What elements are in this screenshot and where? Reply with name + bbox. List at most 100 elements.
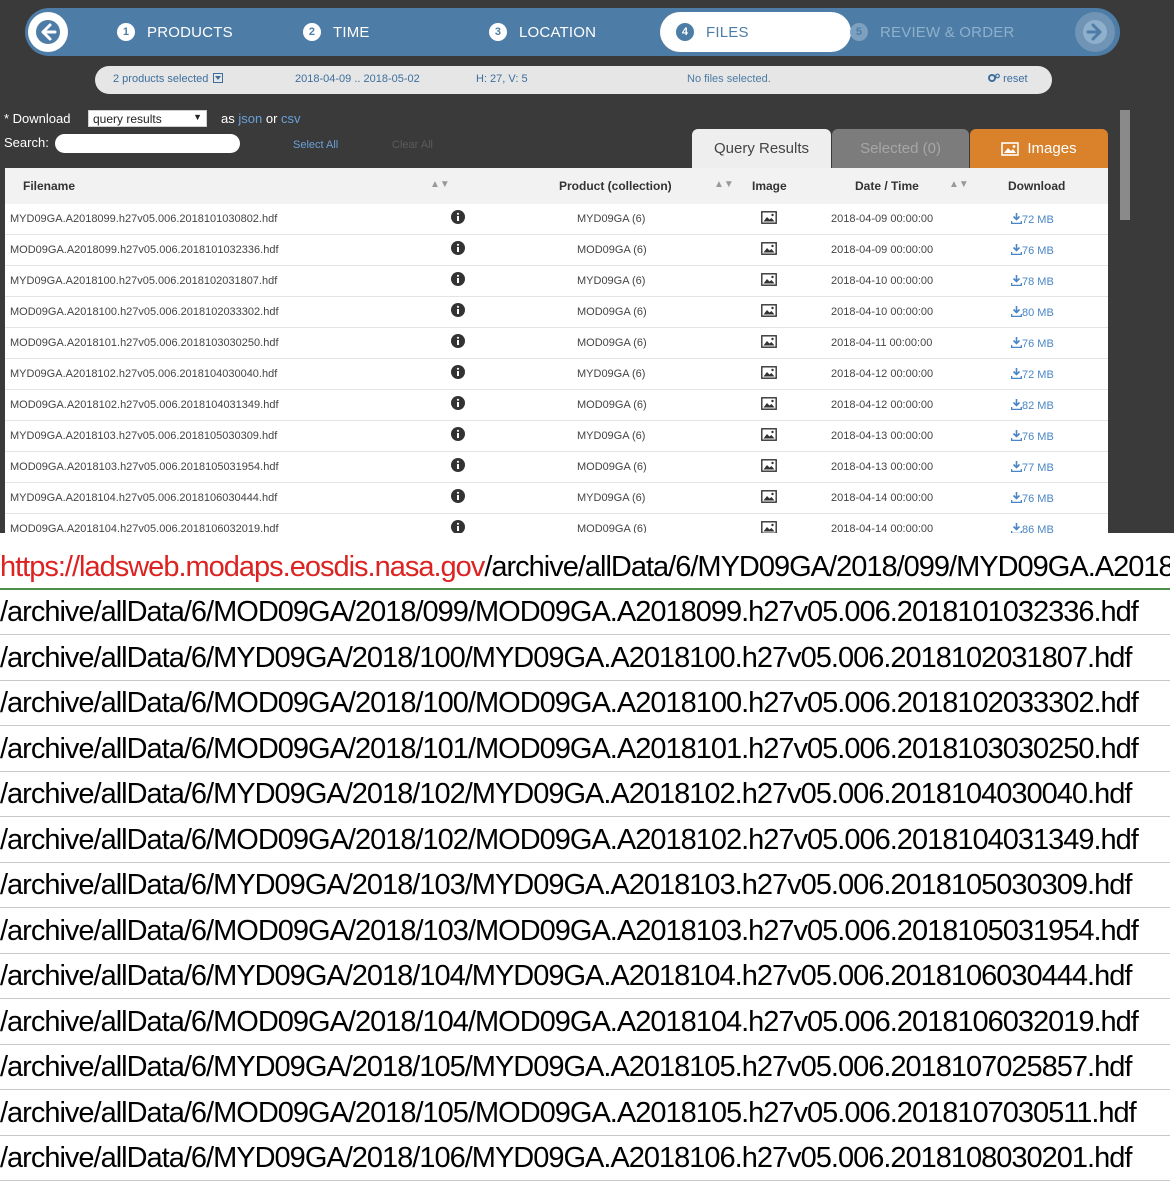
step-label: TIME	[333, 23, 370, 41]
info-icon[interactable]	[451, 303, 465, 320]
row-product: MOD09GA (6)	[577, 306, 647, 318]
info-icon[interactable]	[451, 241, 465, 258]
table-row[interactable]: MOD09GA.A2018100.h27v05.006.201810203330…	[5, 297, 1108, 328]
row-datetime: 2018-04-12 00:00:00	[831, 399, 934, 411]
row-filename[interactable]: MYD09GA.A2018102.h27v05.006.201810403004…	[10, 368, 277, 380]
row-product: MYD09GA (6)	[577, 430, 646, 442]
sort-icon[interactable]: ▲▼	[430, 179, 450, 190]
row-filename[interactable]: MYD09GA.A2018104.h27v05.006.201810603044…	[10, 492, 277, 504]
table-row[interactable]: MOD09GA.A2018103.h27v05.006.201810503195…	[5, 452, 1108, 483]
scrollbar-thumb[interactable]	[1120, 110, 1130, 220]
step-time[interactable]: 2 TIME	[303, 12, 370, 52]
download-icon	[1010, 244, 1023, 256]
step-number: 5	[850, 23, 868, 41]
info-icon[interactable]	[451, 334, 465, 351]
step-products[interactable]: 1 PRODUCTS	[117, 12, 233, 52]
download-link[interactable]: 72 MB	[1010, 368, 1054, 381]
download-link[interactable]: 78 MB	[1010, 275, 1054, 288]
row-filename[interactable]: MOD09GA.A2018104.h27v05.006.201810603201…	[10, 523, 279, 533]
table-row[interactable]: MYD09GA.A2018099.h27v05.006.201810103080…	[5, 204, 1108, 235]
step-review-order[interactable]: 5 REVIEW & ORDER	[850, 12, 1014, 52]
row-product: MYD09GA (6)	[577, 368, 646, 380]
row-filename[interactable]: MYD09GA.A2018099.h27v05.006.201810103080…	[10, 213, 277, 225]
sort-icon[interactable]: ▲▼	[949, 179, 969, 190]
download-link[interactable]: 82 MB	[1010, 399, 1054, 412]
step-files[interactable]: 4 FILES	[660, 12, 851, 52]
info-icon[interactable]	[451, 427, 465, 444]
search-input[interactable]	[55, 134, 240, 153]
table-row[interactable]: MYD09GA.A2018102.h27v05.006.201810403004…	[5, 359, 1108, 390]
sort-icon[interactable]: ▲▼	[714, 179, 734, 190]
download-link[interactable]: 76 MB	[1010, 337, 1054, 350]
info-icon[interactable]	[451, 272, 465, 289]
table-row[interactable]: MYD09GA.A2018103.h27v05.006.201810503030…	[5, 421, 1108, 452]
info-icon[interactable]	[451, 520, 465, 533]
tab-selected[interactable]: Selected (0)	[832, 129, 969, 168]
wizard-nav: 1 PRODUCTS 2 TIME 3 LOCATION 4 FILES 5 R…	[25, 8, 1120, 56]
url-line: /archive/allData/6/MOD09GA/2018/102/MOD0…	[0, 818, 1170, 863]
back-button[interactable]	[28, 12, 68, 52]
step-location[interactable]: 3 LOCATION	[489, 12, 596, 52]
url-line: /archive/allData/6/MOD09GA/2018/100/MOD0…	[0, 681, 1170, 726]
tab-images[interactable]: Images	[970, 129, 1108, 168]
row-filename[interactable]: MOD09GA.A2018100.h27v05.006.201810203330…	[10, 306, 279, 318]
table-row[interactable]: MOD09GA.A2018099.h27v05.006.201810103233…	[5, 235, 1108, 266]
row-filename[interactable]: MYD09GA.A2018100.h27v05.006.201810203180…	[10, 275, 277, 287]
image-icon[interactable]	[761, 521, 777, 533]
products-summary[interactable]: 2 products selected	[113, 73, 224, 85]
select-all-button[interactable]: Select All	[293, 139, 338, 151]
tab-label: Selected (0)	[860, 140, 941, 157]
download-link[interactable]: 76 MB	[1010, 244, 1054, 257]
json-link[interactable]: json	[238, 111, 262, 126]
row-filename[interactable]: MOD09GA.A2018102.h27v05.006.201810403134…	[10, 399, 279, 411]
ladsweb-app: 1 PRODUCTS 2 TIME 3 LOCATION 4 FILES 5 R…	[0, 0, 1174, 533]
row-filename[interactable]: MYD09GA.A2018103.h27v05.006.201810503030…	[10, 430, 277, 442]
info-icon[interactable]	[451, 396, 465, 413]
image-icon[interactable]	[761, 366, 777, 382]
step-label: PRODUCTS	[147, 23, 233, 41]
header-download: Download	[1008, 179, 1066, 193]
table-row[interactable]: MYD09GA.A2018104.h27v05.006.201810603044…	[5, 483, 1108, 514]
header-image: Image	[752, 179, 787, 193]
csv-link[interactable]: csv	[281, 111, 301, 126]
reset-link[interactable]: reset	[988, 73, 1028, 85]
header-product[interactable]: Product (collection)	[559, 179, 672, 193]
header-datetime[interactable]: Date / Time	[855, 179, 919, 193]
download-link[interactable]: 76 MB	[1010, 492, 1054, 505]
download-link[interactable]: 80 MB	[1010, 306, 1054, 319]
image-icon[interactable]	[761, 273, 777, 289]
image-icon[interactable]	[761, 428, 777, 444]
file-size: 82 MB	[1022, 400, 1054, 412]
info-icon[interactable]	[451, 489, 465, 506]
image-icon[interactable]	[761, 459, 777, 475]
header-filename[interactable]: Filename	[23, 179, 75, 193]
image-icon[interactable]	[761, 490, 777, 506]
info-icon[interactable]	[451, 458, 465, 475]
image-icon[interactable]	[761, 397, 777, 413]
url-host[interactable]: https://ladsweb.modaps.eosdis.nasa.gov	[0, 551, 485, 583]
download-link[interactable]: 72 MB	[1010, 213, 1054, 226]
row-filename[interactable]: MOD09GA.A2018103.h27v05.006.201810503195…	[10, 461, 279, 473]
download-link[interactable]: 76 MB	[1010, 430, 1054, 443]
table-row[interactable]: MOD09GA.A2018104.h27v05.006.201810603201…	[5, 514, 1108, 533]
info-icon[interactable]	[451, 365, 465, 382]
row-filename[interactable]: MOD09GA.A2018099.h27v05.006.201810103233…	[10, 244, 279, 256]
next-button[interactable]	[1075, 12, 1115, 52]
table-row[interactable]: MOD09GA.A2018101.h27v05.006.201810303025…	[5, 328, 1108, 359]
image-icon[interactable]	[761, 335, 777, 351]
clear-all-button[interactable]: Clear All	[392, 139, 433, 151]
table-row[interactable]: MYD09GA.A2018100.h27v05.006.201810203180…	[5, 266, 1108, 297]
download-link[interactable]: 86 MB	[1010, 523, 1054, 533]
table-row[interactable]: MOD09GA.A2018102.h27v05.006.201810403134…	[5, 390, 1108, 421]
row-filename[interactable]: MOD09GA.A2018101.h27v05.006.201810303025…	[10, 337, 279, 349]
image-icon[interactable]	[761, 211, 777, 227]
image-icon[interactable]	[761, 304, 777, 320]
date-range[interactable]: 2018-04-09 .. 2018-05-02	[295, 73, 420, 85]
download-link[interactable]: 77 MB	[1010, 461, 1054, 474]
url-line: /archive/allData/6/MYD09GA/2018/106/MYD0…	[0, 1136, 1170, 1181]
info-icon[interactable]	[451, 210, 465, 227]
download-select[interactable]: query results ▼	[88, 110, 207, 127]
image-icon[interactable]	[761, 242, 777, 258]
tile-location[interactable]: H: 27, V: 5	[476, 73, 528, 85]
tab-query-results[interactable]: Query Results	[692, 129, 831, 168]
